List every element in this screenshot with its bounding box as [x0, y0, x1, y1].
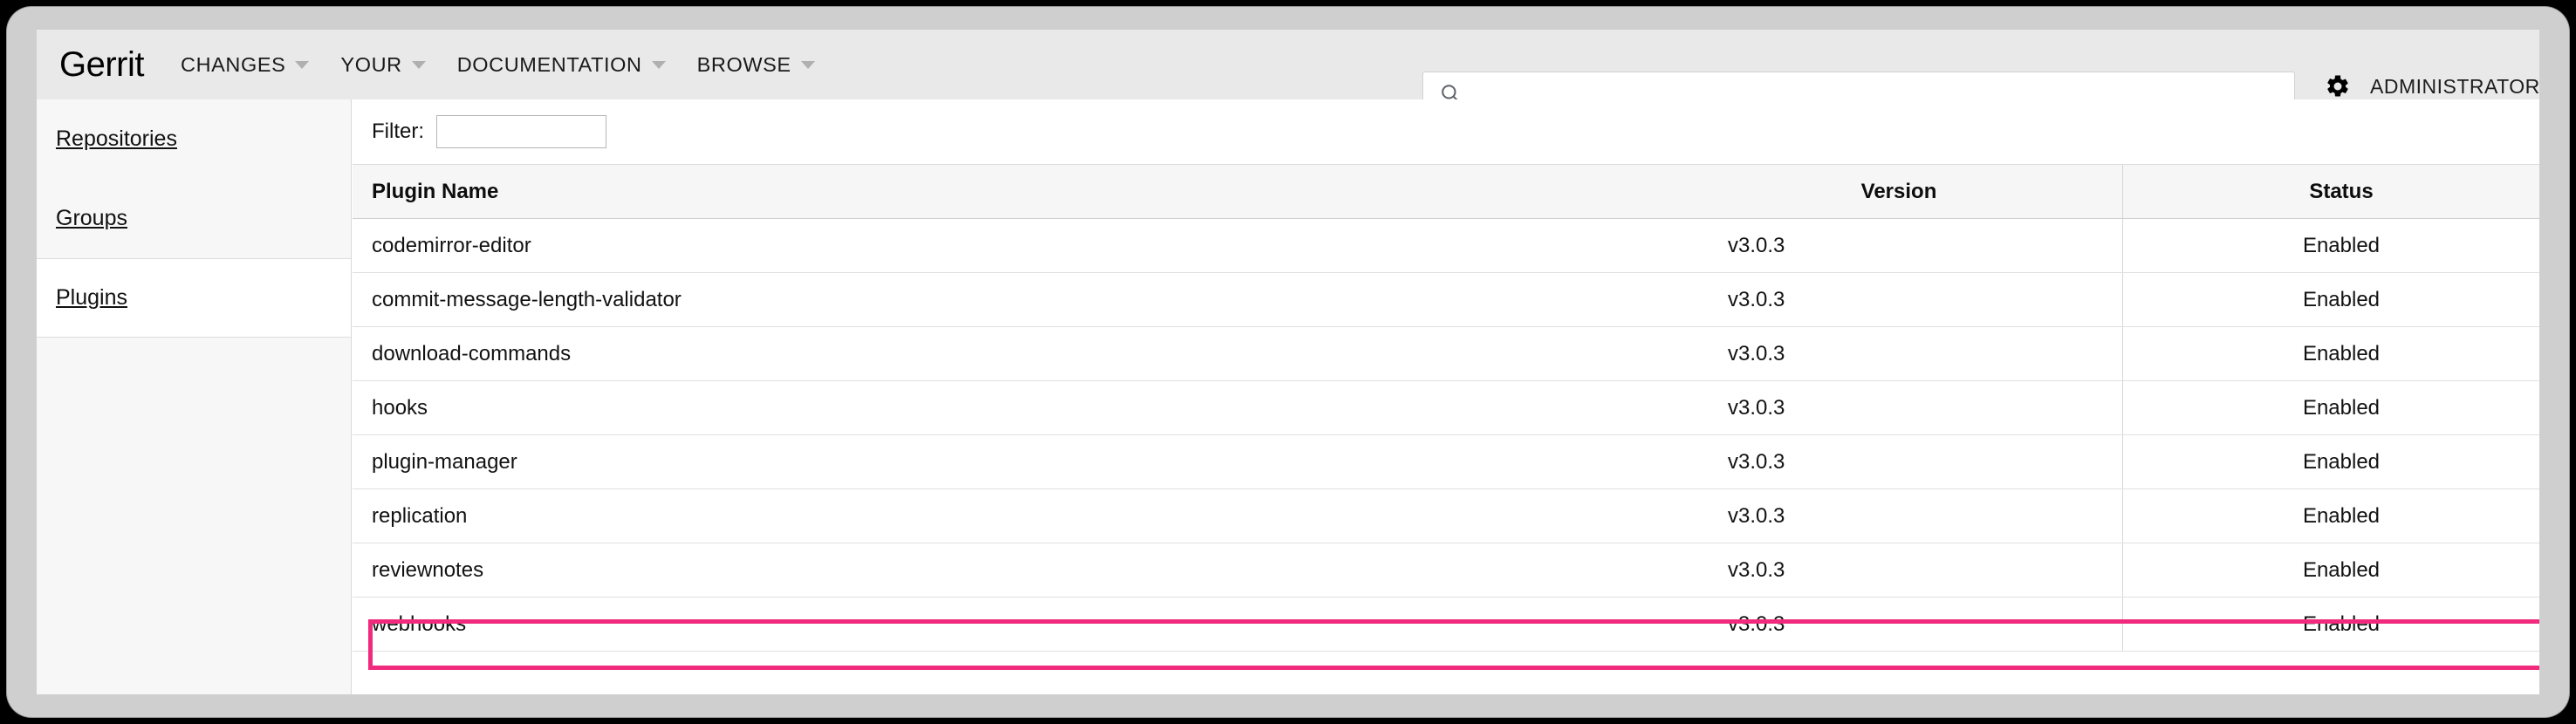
- table-row[interactable]: replication v3.0.3 Enabled: [353, 488, 2539, 543]
- cell-version: v3.0.3: [1675, 272, 2123, 327]
- table-row[interactable]: plugin-manager v3.0.3 Enabled: [353, 434, 2539, 489]
- table-header-row: Plugin Name Version Status: [353, 164, 2539, 219]
- cell-plugin-name: download-commands: [353, 326, 1675, 381]
- cell-version: v3.0.3: [1675, 218, 2123, 273]
- table-row[interactable]: reviewnotes v3.0.3 Enabled: [353, 543, 2539, 598]
- page-body: Repositories Groups Plugins Filter: Plug…: [37, 99, 2539, 694]
- chevron-down-icon: [800, 60, 815, 69]
- cell-version: v3.0.3: [1675, 326, 2123, 381]
- cell-status: Enabled: [2122, 434, 2539, 489]
- version-text: v3.0.3: [1728, 233, 1785, 257]
- cell-plugin-name: reviewnotes: [353, 543, 1675, 598]
- cell-plugin-name: webhooks: [353, 597, 1675, 652]
- nav-label-documentation: DOCUMENTATION: [456, 52, 642, 76]
- cell-status: Enabled: [2122, 380, 2539, 435]
- nav-item-documentation[interactable]: DOCUMENTATION: [457, 53, 666, 77]
- gear-icon: [2327, 75, 2348, 97]
- chevron-down-icon: [411, 60, 426, 69]
- sidebar-item-plugins[interactable]: Plugins: [37, 258, 351, 338]
- cell-version: v3.0.3: [1675, 597, 2123, 652]
- cell-status: Enabled: [2122, 488, 2539, 543]
- cell-version: v3.0.3: [1675, 543, 2123, 598]
- cell-version: v3.0.3: [1675, 380, 2123, 435]
- table-row[interactable]: download-commands v3.0.3 Enabled: [353, 326, 2539, 381]
- nav-item-changes[interactable]: CHANGES: [181, 52, 310, 77]
- table-row[interactable]: codemirror-editor v3.0.3 Enabled: [353, 218, 2539, 273]
- cell-plugin-name: replication: [353, 488, 1675, 543]
- version-text: v3.0.3: [1728, 557, 1785, 582]
- sidebar-item-groups[interactable]: Groups: [37, 179, 351, 258]
- column-header-plugin-name[interactable]: Plugin Name: [353, 164, 1675, 219]
- table-row[interactable]: hooks v3.0.3 Enabled: [353, 380, 2539, 435]
- filter-row: Filter:: [353, 99, 2539, 164]
- version-text: v3.0.3: [1728, 395, 1785, 420]
- cell-status: Enabled: [2122, 272, 2539, 327]
- sidebar-item-repositories[interactable]: Repositories: [37, 99, 351, 179]
- app-viewport: Gerrit CHANGES YOUR DOCUMENTATION BROWSE: [37, 30, 2539, 694]
- sidebar-label-plugins: Plugins: [56, 285, 127, 310]
- cell-plugin-name: hooks: [353, 380, 1675, 435]
- nav-item-browse[interactable]: BROWSE: [697, 53, 815, 77]
- version-text: v3.0.3: [1728, 341, 1785, 365]
- cell-status: Enabled: [2122, 597, 2539, 652]
- cell-status: Enabled: [2122, 218, 2539, 273]
- version-text: v3.0.3: [1728, 611, 1785, 636]
- chevron-down-icon: [295, 60, 310, 69]
- admin-sidebar: Repositories Groups Plugins: [37, 99, 352, 694]
- cell-version: v3.0.3: [1675, 434, 2123, 489]
- version-text: v3.0.3: [1728, 449, 1785, 474]
- gerrit-logo[interactable]: Gerrit: [59, 45, 145, 85]
- table-row-webhooks[interactable]: webhooks v3.0.3 Enabled: [353, 597, 2539, 652]
- plugins-table: Plugin Name Version Status codemirror-ed…: [353, 164, 2539, 652]
- cell-status: Enabled: [2122, 543, 2539, 598]
- filter-input[interactable]: [436, 115, 606, 148]
- cell-version: v3.0.3: [1675, 488, 2123, 543]
- browser-window-frame: Gerrit CHANGES YOUR DOCUMENTATION BROWSE: [7, 7, 2569, 717]
- table-row[interactable]: commit-message-length-validator v3.0.3 E…: [353, 272, 2539, 327]
- version-text: v3.0.3: [1728, 503, 1785, 528]
- account-menu[interactable]: ADMINISTRATOR: [2325, 73, 2539, 99]
- column-header-version[interactable]: Version: [1675, 164, 2123, 219]
- account-label: ADMINISTRATOR: [2370, 74, 2539, 98]
- sidebar-label-groups: Groups: [56, 206, 127, 230]
- nav-label-browse: BROWSE: [696, 52, 791, 76]
- chevron-down-icon: [651, 60, 666, 69]
- nav-label-your: YOUR: [340, 52, 402, 76]
- plugins-table-head: Plugin Name Version Status: [353, 164, 2539, 219]
- cell-status: Enabled: [2122, 326, 2539, 381]
- nav-item-your[interactable]: YOUR: [340, 52, 426, 77]
- nav-label-changes: CHANGES: [181, 52, 286, 76]
- cell-plugin-name: plugin-manager: [353, 434, 1675, 489]
- plugins-table-body: codemirror-editor v3.0.3 Enabled commit-…: [353, 218, 2539, 652]
- filter-label: Filter:: [372, 120, 424, 143]
- plugins-content-panel: Filter: Plugin Name Version Status codem…: [353, 99, 2539, 694]
- sidebar-label-repositories: Repositories: [56, 126, 177, 151]
- cell-plugin-name: codemirror-editor: [353, 218, 1675, 273]
- version-text: v3.0.3: [1728, 287, 1785, 311]
- cell-plugin-name: commit-message-length-validator: [353, 272, 1675, 327]
- column-header-status[interactable]: Status: [2122, 164, 2539, 219]
